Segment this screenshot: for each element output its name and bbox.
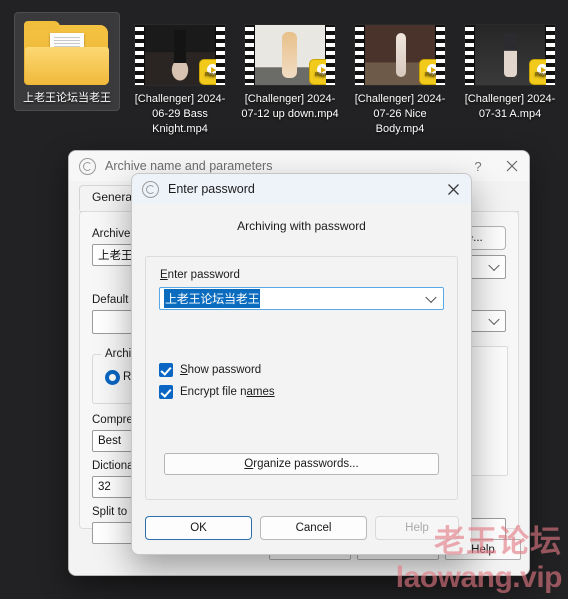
desktop-icon-video-1[interactable]: Player [Challenger] 2024-06-29 Bass Knig… [128, 24, 232, 137]
password-dialog-title: Enter password [168, 182, 255, 196]
organize-label-rest: rganize passwords... [253, 458, 359, 470]
desktop-icon-label: [Challenger] 2024-06-29 Bass Knight.mp4 [134, 93, 226, 135]
password-input[interactable]: 上老王论坛当老王 [159, 287, 444, 310]
organize-accel: O [244, 458, 254, 470]
player-badge-icon: Player [530, 60, 554, 84]
checkbox-checked-icon[interactable] [159, 363, 173, 377]
player-badge-label: Player [535, 72, 549, 78]
enter-password-label-rest: nter password [167, 269, 240, 281]
desktop-icon-video-2[interactable]: Player [Challenger] 2024-07-12 up down.m… [238, 24, 342, 122]
archive-dialog-title: Archive name and parameters [105, 159, 273, 173]
enter-password-dialog: Enter password Archiving with password E… [131, 173, 472, 555]
split-volumes-label: Split to [92, 506, 128, 518]
enter-password-accel: E [160, 269, 168, 281]
chevron-down-icon [488, 259, 500, 272]
archive-name-label: Archive [92, 228, 131, 240]
organize-passwords-button[interactable]: Organize passwords... [164, 453, 439, 475]
video-thumbnail-icon: Player [354, 24, 446, 86]
password-ok-button[interactable]: OK [145, 516, 252, 540]
compression-value: Best [98, 435, 122, 447]
folder-icon [24, 21, 110, 87]
desktop-icon-folder[interactable]: 上老王论坛当老王 [14, 12, 120, 111]
video-thumbnail-icon: Player [134, 24, 226, 86]
player-badge-label: Player [425, 72, 439, 78]
format-rar-radio[interactable] [105, 370, 120, 385]
close-icon[interactable] [495, 151, 529, 181]
winrar-app-icon [142, 180, 159, 198]
player-badge-label: Player [205, 72, 219, 78]
password-input-value: 上老王论坛当老王 [164, 289, 261, 308]
show-password-label: Show password [180, 364, 262, 376]
encrypt-file-names-checkbox-row[interactable]: Encrypt file names [159, 385, 275, 399]
enter-password-label: Enter password [160, 269, 240, 281]
desktop-icon-video-3[interactable]: Player [Challenger] 2024-07-26 Nice Body… [348, 24, 452, 137]
password-cancel-button[interactable]: Cancel [260, 516, 367, 540]
chevron-down-icon[interactable] [425, 291, 437, 303]
video-thumbnail-icon: Player [244, 24, 336, 86]
password-dialog-titlebar[interactable]: Enter password [132, 174, 471, 204]
winrar-app-icon [79, 157, 96, 175]
desktop-icon-video-4[interactable]: Player [Challenger] 2024-07-31 A.mp4 [458, 24, 562, 122]
dictionary-value: 32 [98, 481, 111, 493]
player-badge-icon: Player [200, 60, 224, 84]
desktop-icon-label: [Challenger] 2024-07-31 A.mp4 [464, 93, 556, 120]
chevron-down-icon [488, 313, 500, 326]
close-icon[interactable] [435, 174, 471, 204]
show-password-checkbox-row[interactable]: Show password [159, 363, 261, 377]
password-dialog-body: Archiving with password Enter password 上… [132, 204, 471, 554]
encrypt-file-names-label: Encrypt file names [180, 386, 275, 398]
player-badge-icon: Player [310, 60, 334, 84]
password-dialog-subtitle: Archiving with password [237, 219, 366, 233]
player-badge-label: Player [315, 72, 329, 78]
compression-label: Compre [92, 414, 133, 426]
password-options-group: Enter password 上老王论坛当老王 Show password En… [145, 256, 458, 500]
checkbox-checked-icon[interactable] [159, 385, 173, 399]
desktop-icon-label: [Challenger] 2024-07-26 Nice Body.mp4 [354, 93, 446, 135]
dictionary-label: Dictiona [92, 460, 134, 472]
desktop-icon-label: 上老王论坛当老王 [23, 92, 111, 104]
default-profile-label: Default [92, 294, 129, 306]
video-thumbnail-icon: Player [464, 24, 556, 86]
desktop-icon-label: [Challenger] 2024-07-12 up down.mp4 [241, 93, 339, 120]
player-badge-icon: Player [420, 60, 444, 84]
archive-name-value: 上老王 [98, 248, 133, 262]
password-help-button: Help [375, 516, 459, 540]
